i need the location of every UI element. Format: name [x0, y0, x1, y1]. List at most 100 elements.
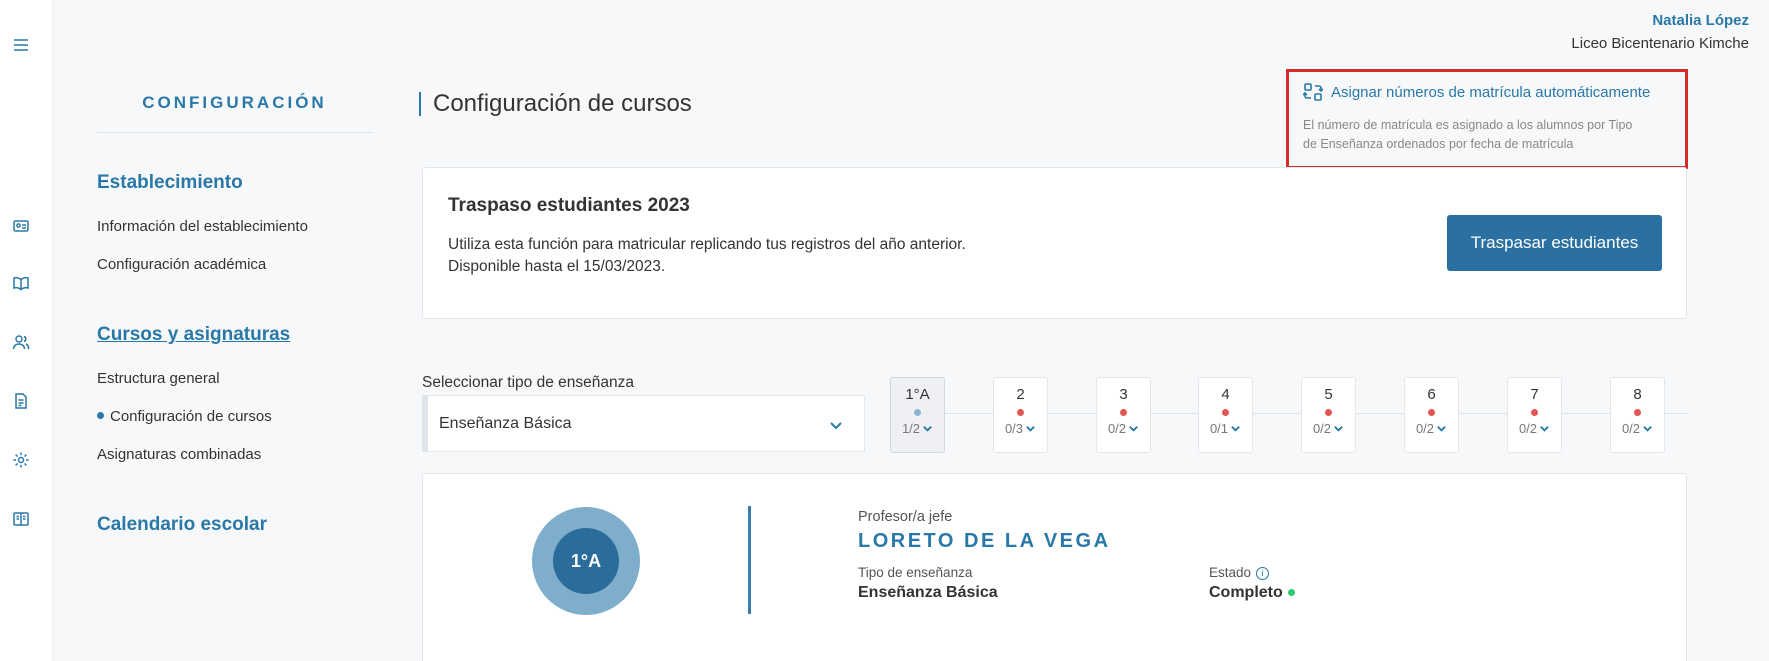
auto-assign-desc-line1: El número de matrícula es asignado a los… [1303, 118, 1633, 132]
course-count: 0/2 [1097, 421, 1150, 436]
course-count: 0/3 [994, 421, 1047, 436]
course-count-text: 1/2 [901, 421, 921, 436]
sidebar-section-calendario[interactable]: Calendario escolar [97, 514, 267, 536]
left-rail [0, 0, 53, 661]
chevron-down-icon [1026, 426, 1035, 432]
education-type-value: Enseñanza Básica [439, 415, 572, 432]
info-icon[interactable]: i [1256, 566, 1270, 580]
sidebar-title: CONFIGURACIÓN [142, 93, 327, 112]
course-name: 3 [1119, 386, 1128, 403]
chevron-down-icon [1129, 426, 1138, 432]
user-name[interactable]: Natalia López [1571, 12, 1749, 29]
course-item[interactable]: 2 0/3 [993, 377, 1048, 453]
sidebar-item-asignaturas-combinadas[interactable]: Asignaturas combinadas [97, 446, 261, 463]
transfer-title: Traspaso estudiantes 2023 [448, 195, 690, 216]
course-status-dot [1634, 409, 1641, 416]
chevron-down-icon [1231, 426, 1240, 432]
course-name: 1°A [905, 386, 930, 403]
school-name: Liceo Bicentenario Kimche [1571, 35, 1749, 52]
teacher-label: Profesor/a jefe [858, 509, 953, 525]
book-icon[interactable] [10, 272, 32, 294]
course-count-text: 0/2 [1312, 421, 1332, 436]
sidebar-item-informacion[interactable]: Información del establecimiento [97, 218, 308, 235]
sidebar-divider [97, 132, 372, 133]
course-count: 0/2 [1405, 421, 1458, 436]
chevron-down-icon [1540, 426, 1549, 432]
open-book-icon[interactable] [10, 508, 32, 530]
sidebar-item-estructura-general[interactable]: Estructura general [97, 370, 220, 387]
user-info: Natalia López Liceo Bicentenario Kimche [1571, 12, 1749, 52]
course-item[interactable]: 8 0/2 [1610, 377, 1665, 453]
course-count-text: 0/2 [1415, 421, 1435, 436]
chevron-down-icon [1437, 426, 1446, 432]
type-label: Tipo de enseñanza [858, 565, 973, 580]
course-count-text: 0/3 [1004, 421, 1024, 436]
status-label: Estado [1209, 565, 1252, 580]
sidebar-item-label: Configuración de cursos [110, 408, 272, 425]
status-label-wrap: Estado i [1209, 565, 1270, 580]
menu-icon[interactable] [10, 34, 32, 56]
course-count-text: 0/1 [1209, 421, 1229, 436]
page-title-text: Configuración de cursos [433, 90, 692, 117]
course-count: 1/2 [891, 421, 944, 436]
course-status-dot [914, 409, 921, 416]
course-name: 4 [1221, 386, 1230, 403]
active-indicator [97, 411, 104, 419]
course-status-dot [1531, 409, 1538, 416]
course-item[interactable]: 5 0/2 [1301, 377, 1356, 453]
course-count: 0/2 [1508, 421, 1561, 436]
auto-assign-link[interactable]: Asignar números de matrícula automáticam… [1303, 82, 1671, 102]
course-name: 2 [1016, 386, 1025, 403]
course-status-dot [1017, 409, 1024, 416]
course-count: 0/2 [1611, 421, 1664, 436]
chevron-down-icon [1334, 426, 1343, 432]
education-type-label: Seleccionar tipo de enseñanza [422, 374, 634, 391]
auto-assign-box: Asignar números de matrícula automáticam… [1286, 69, 1688, 169]
education-type-select[interactable]: Enseñanza Básica [422, 395, 865, 452]
course-status-dot [1428, 409, 1435, 416]
teacher-name: LORETO DE LA VEGA [858, 530, 1111, 552]
course-count-text: 0/2 [1621, 421, 1641, 436]
type-value: Enseñanza Básica [858, 584, 998, 601]
course-status-dot [1222, 409, 1229, 416]
document-icon[interactable] [10, 390, 32, 412]
course-badge-label: 1°A [553, 528, 619, 594]
course-count: 0/2 [1302, 421, 1355, 436]
sidebar-item-configuracion-academica[interactable]: Configuración académica [97, 256, 266, 273]
course-name: 8 [1633, 386, 1642, 403]
sidebar-section-cursos[interactable]: Cursos y asignaturas [97, 324, 290, 346]
transfer-description: Utiliza esta función para matricular rep… [448, 236, 966, 253]
swap-icon [1303, 83, 1323, 101]
status-complete-dot [1287, 589, 1295, 597]
course-item[interactable]: 7 0/2 [1507, 377, 1562, 453]
page-title: Configuración de cursos [419, 90, 692, 117]
users-icon[interactable] [10, 331, 32, 353]
course-item[interactable]: 3 0/2 [1096, 377, 1151, 453]
course-item[interactable]: 1°A 1/2 [890, 377, 945, 453]
chevron-down-icon [923, 426, 932, 432]
auto-assign-desc-line2: de Enseñanza ordenados por fecha de matr… [1303, 137, 1574, 151]
course-count: 0/1 [1199, 421, 1252, 436]
course-count-text: 0/2 [1518, 421, 1538, 436]
chevron-down-icon [1643, 426, 1652, 432]
course-name: 5 [1324, 386, 1333, 403]
chevron-down-icon [830, 422, 842, 430]
id-card-icon[interactable] [10, 215, 32, 237]
gear-icon[interactable] [10, 449, 32, 471]
transfer-card: Traspaso estudiantes 2023 Utiliza esta f… [422, 167, 1687, 319]
transfer-students-button[interactable]: Traspasar estudiantes [1447, 215, 1662, 271]
course-name: 7 [1530, 386, 1539, 403]
course-badge: 1°A [532, 507, 640, 615]
auto-assign-description: El número de matrícula es asignado a los… [1303, 116, 1671, 154]
course-name: 6 [1427, 386, 1436, 403]
course-status-dot [1120, 409, 1127, 416]
status-value: Completo [1209, 584, 1283, 601]
transfer-deadline: Disponible hasta el 15/03/2023. [448, 258, 666, 275]
sidebar-item-configuracion-cursos[interactable]: Configuración de cursos [97, 408, 272, 425]
detail-divider [748, 506, 751, 614]
course-item[interactable]: 6 0/2 [1404, 377, 1459, 453]
sidebar-section-establecimiento[interactable]: Establecimiento [97, 172, 243, 194]
course-item[interactable]: 4 0/1 [1198, 377, 1253, 453]
status-value-wrap: Completo [1209, 584, 1295, 602]
auto-assign-label: Asignar números de matrícula automáticam… [1331, 83, 1651, 101]
